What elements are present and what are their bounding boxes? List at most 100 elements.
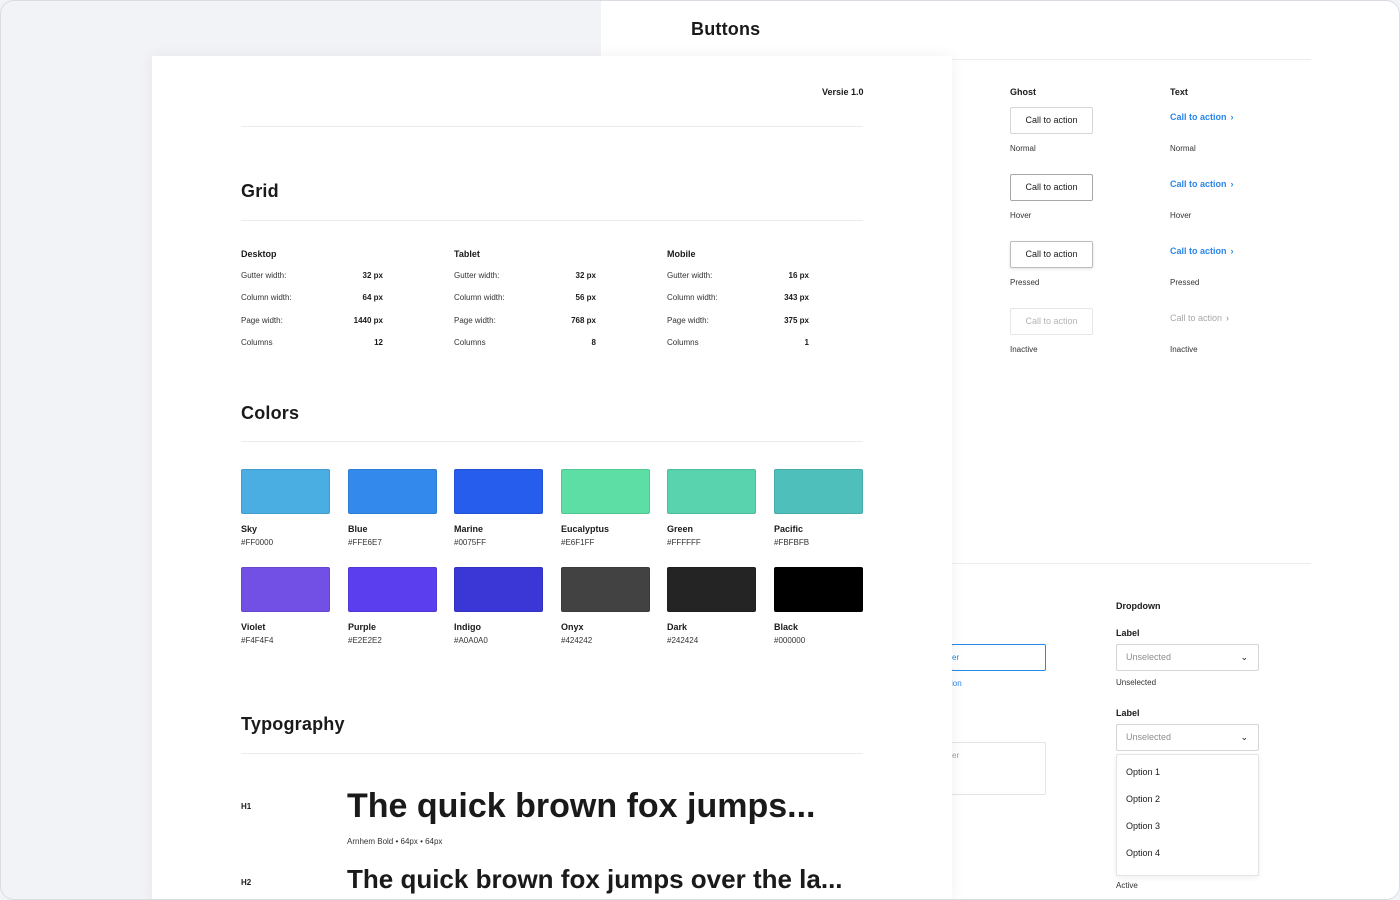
grid-value: 343 px bbox=[784, 293, 809, 303]
ghost-button-pressed[interactable]: Call to action bbox=[1010, 241, 1093, 268]
text-button-label: Call to action bbox=[1170, 112, 1227, 122]
dropdown-option[interactable]: Option 3 bbox=[1117, 817, 1258, 844]
dropdown-menu: Option 1 Option 2 Option 3 Option 4 bbox=[1116, 754, 1259, 876]
color-swatch bbox=[241, 567, 330, 612]
input-help-text: ion bbox=[951, 679, 962, 688]
grid-row: Columns 12 bbox=[241, 338, 383, 360]
state-label: Active bbox=[1116, 881, 1138, 890]
color-swatch bbox=[454, 469, 543, 514]
text-button-label: Call to action bbox=[1170, 246, 1227, 256]
color-name: Black bbox=[774, 622, 799, 632]
text-heading: Text bbox=[1170, 87, 1188, 97]
color-name: Sky bbox=[241, 524, 258, 534]
divider bbox=[241, 126, 863, 127]
grid-row: Column width: 56 px bbox=[454, 293, 596, 315]
color-hex: #424242 bbox=[561, 636, 593, 645]
version-label: Versie 1.0 bbox=[822, 87, 864, 97]
grid-key: Columns bbox=[454, 337, 486, 347]
ghost-button-hover[interactable]: Call to action bbox=[1010, 174, 1093, 201]
grid-heading: Tablet bbox=[454, 249, 480, 259]
ghost-button-normal[interactable]: Call to action bbox=[1010, 107, 1093, 134]
typography-meta-h1: Arnhem Bold • 64px • 64px bbox=[347, 837, 443, 846]
color-swatch bbox=[561, 469, 650, 514]
ghost-heading: Ghost bbox=[1010, 87, 1036, 97]
text-state-inactive: Call to action › Inactive bbox=[1170, 308, 1320, 375]
color-name: Green bbox=[667, 524, 694, 534]
grid-value: 1 bbox=[804, 337, 809, 347]
dropdown-option[interactable]: Option 1 bbox=[1117, 763, 1258, 790]
color-hex: #0075FF bbox=[454, 538, 487, 547]
ghost-buttons-column: Ghost Call to action Normal Call to acti… bbox=[1010, 87, 1160, 375]
chevron-right-icon: › bbox=[1230, 179, 1234, 189]
grid-row: Gutter width: 16 px bbox=[667, 271, 809, 293]
ghost-button-inactive: Call to action bbox=[1010, 308, 1093, 335]
grid-value: 8 bbox=[591, 337, 596, 347]
dropdown-select-unselected[interactable]: Unselected ⌄ bbox=[1116, 644, 1259, 671]
divider bbox=[951, 563, 1311, 564]
ghost-state-inactive: Call to action Inactive bbox=[1010, 308, 1160, 375]
textarea[interactable]: er bbox=[951, 742, 1046, 795]
color-hex: #F4F4F4 bbox=[241, 636, 274, 645]
grid-key: Column width: bbox=[454, 293, 505, 303]
grid-row: Columns 1 bbox=[667, 338, 809, 360]
divider bbox=[241, 753, 863, 754]
grid-row: Gutter width: 32 px bbox=[241, 271, 383, 293]
text-state-hover: Call to action › Hover bbox=[1170, 174, 1320, 241]
divider bbox=[241, 220, 863, 221]
color-swatch bbox=[241, 469, 330, 514]
dropdown-value: Unselected bbox=[1126, 732, 1172, 742]
state-label: Unselected bbox=[1116, 678, 1157, 687]
canvas: Buttons Ghost Call to action Normal Call… bbox=[0, 0, 1400, 900]
color-hex: #FF0000 bbox=[241, 538, 274, 547]
dropdown-option[interactable]: Option 2 bbox=[1117, 790, 1258, 817]
state-label: Pressed bbox=[1010, 278, 1040, 287]
color-hex: #FBFBFB bbox=[774, 538, 810, 547]
ghost-state-pressed: Call to action Pressed bbox=[1010, 241, 1160, 308]
divider bbox=[241, 441, 863, 442]
grid-value: 56 px bbox=[575, 293, 596, 303]
style-guide-sheet: Versie 1.0 Grid Desktop Gutter width: 32 … bbox=[152, 56, 952, 899]
chevron-right-icon: › bbox=[1226, 313, 1230, 323]
text-button-hover[interactable]: Call to action › bbox=[1170, 174, 1234, 194]
state-label: Inactive bbox=[1170, 345, 1198, 354]
grid-key: Gutter width: bbox=[454, 271, 500, 280]
text-button-normal[interactable]: Call to action › bbox=[1170, 107, 1234, 127]
grid-row: Page width: 1440 px bbox=[241, 316, 383, 338]
grid-key: Columns bbox=[667, 337, 699, 347]
text-state-normal: Call to action › Normal bbox=[1170, 107, 1320, 174]
input-placeholder: er bbox=[952, 653, 960, 662]
typography-tag-h2: H2 bbox=[241, 878, 252, 887]
color-hex: #FFFFFF bbox=[667, 538, 701, 547]
typography-tag-h1: H1 bbox=[241, 802, 252, 811]
state-label: Inactive bbox=[1010, 345, 1038, 354]
chevron-right-icon: › bbox=[1230, 246, 1234, 256]
text-state-pressed: Call to action › Pressed bbox=[1170, 241, 1320, 308]
color-swatch bbox=[667, 567, 756, 612]
color-hex: #242424 bbox=[667, 636, 699, 645]
text-button-pressed[interactable]: Call to action › bbox=[1170, 241, 1234, 261]
color-name: Onyx bbox=[561, 622, 584, 632]
grid-key: Column width: bbox=[667, 293, 718, 303]
dropdown-select-active[interactable]: Unselected ⌄ bbox=[1116, 724, 1259, 751]
state-label: Hover bbox=[1010, 211, 1032, 220]
grid-row: Columns 8 bbox=[454, 338, 596, 360]
grid-row: Page width: 768 px bbox=[454, 316, 596, 338]
grid-key: Page width: bbox=[454, 315, 496, 325]
color-name: Pacific bbox=[774, 524, 804, 534]
grid-row: Gutter width: 32 px bbox=[454, 271, 596, 293]
dropdown-option[interactable]: Option 4 bbox=[1117, 844, 1258, 871]
text-button-label: Call to action bbox=[1170, 179, 1227, 189]
grid-value: 768 px bbox=[571, 315, 596, 325]
typography-sample-h2: The quick brown fox jumps over the la... bbox=[347, 864, 843, 894]
dropdown-label: Label bbox=[1116, 628, 1140, 638]
typography-title: Typography bbox=[241, 714, 345, 734]
dropdown-value: Unselected bbox=[1126, 652, 1172, 662]
grid-key: Columns bbox=[241, 337, 273, 347]
dropdown-label: Label bbox=[1116, 708, 1140, 718]
color-swatch bbox=[348, 567, 437, 612]
chevron-down-icon: ⌄ bbox=[1240, 652, 1248, 662]
grid-key: Gutter width: bbox=[667, 271, 713, 280]
grid-mobile: Mobile Gutter width: 16 px Column width: 3… bbox=[667, 249, 809, 360]
text-input-focused[interactable]: er bbox=[951, 644, 1046, 671]
color-swatch bbox=[348, 469, 437, 514]
